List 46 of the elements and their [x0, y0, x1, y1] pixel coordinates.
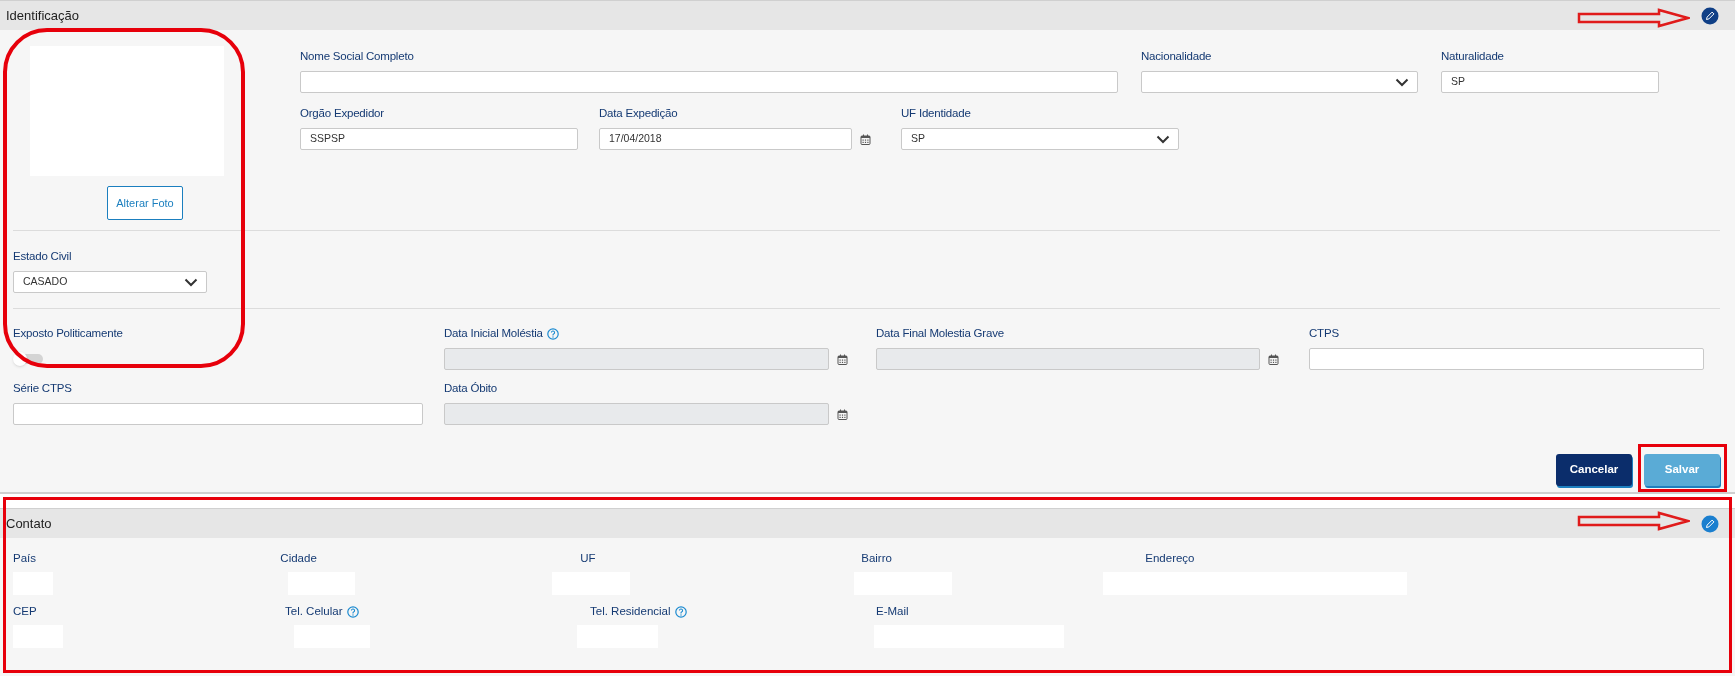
- text-field[interactable]: SSPSP: [300, 128, 578, 150]
- field-label: E-Mail: [876, 604, 909, 620]
- chevron-down-icon[interactable]: [1395, 77, 1409, 87]
- field-label: Exposto Politicamente: [13, 326, 123, 342]
- text-field[interactable]: [1309, 348, 1704, 370]
- field-label: País: [13, 551, 36, 567]
- field-label: Data Final Molestia Grave: [876, 326, 1004, 342]
- cancel-button[interactable]: Cancelar: [1556, 454, 1632, 486]
- field-label: Data Expedição: [599, 106, 678, 122]
- select-field[interactable]: [1141, 71, 1418, 93]
- calendar-icon[interactable]: [860, 133, 871, 145]
- section-title: Identificação: [6, 6, 79, 25]
- field-label: Endereço: [1145, 551, 1195, 567]
- calendar-icon[interactable]: [1268, 353, 1279, 365]
- field-label: UF Identidade: [901, 106, 971, 122]
- chevron-down-icon[interactable]: [184, 277, 198, 287]
- edit-icon[interactable]: [1701, 6, 1719, 25]
- field-label: Naturalidade: [1441, 49, 1504, 65]
- field-label: CEP: [13, 604, 37, 620]
- field-label: CTPS: [1309, 326, 1339, 342]
- field-label: Nacionalidade: [1141, 49, 1212, 65]
- field-label: Data Óbito: [444, 381, 497, 397]
- field-label: Estado Civil: [13, 249, 72, 265]
- edit-icon[interactable]: [1701, 514, 1719, 533]
- field-label: Data Inicial Moléstia: [444, 326, 543, 342]
- text-field[interactable]: [300, 71, 1118, 93]
- help-icon[interactable]: [346, 606, 359, 618]
- calendar-icon[interactable]: [837, 408, 848, 420]
- field-label: Nome Social Completo: [300, 49, 414, 65]
- chevron-down-icon[interactable]: [1156, 134, 1170, 144]
- field-label: Bairro: [861, 551, 892, 567]
- text-field[interactable]: SP: [1441, 71, 1659, 93]
- calendar-icon[interactable]: [837, 353, 848, 365]
- change-photo-button[interactable]: Alterar Foto: [107, 186, 183, 220]
- field-label: Cidade: [280, 551, 317, 567]
- section-title: Contato: [6, 514, 52, 533]
- select-field[interactable]: CASADO: [13, 271, 207, 293]
- field-label: Orgão Expedidor: [300, 106, 384, 122]
- field-label: Série CTPS: [13, 381, 72, 397]
- text-field[interactable]: [13, 403, 423, 425]
- date-field[interactable]: 17/04/2018: [599, 128, 852, 150]
- select-field[interactable]: SP: [901, 128, 1179, 150]
- field-label: UF: [580, 551, 596, 567]
- field-label: Tel. Residencial: [590, 604, 671, 620]
- help-icon[interactable]: [674, 606, 687, 618]
- field-label: Tel. Celular: [285, 604, 343, 620]
